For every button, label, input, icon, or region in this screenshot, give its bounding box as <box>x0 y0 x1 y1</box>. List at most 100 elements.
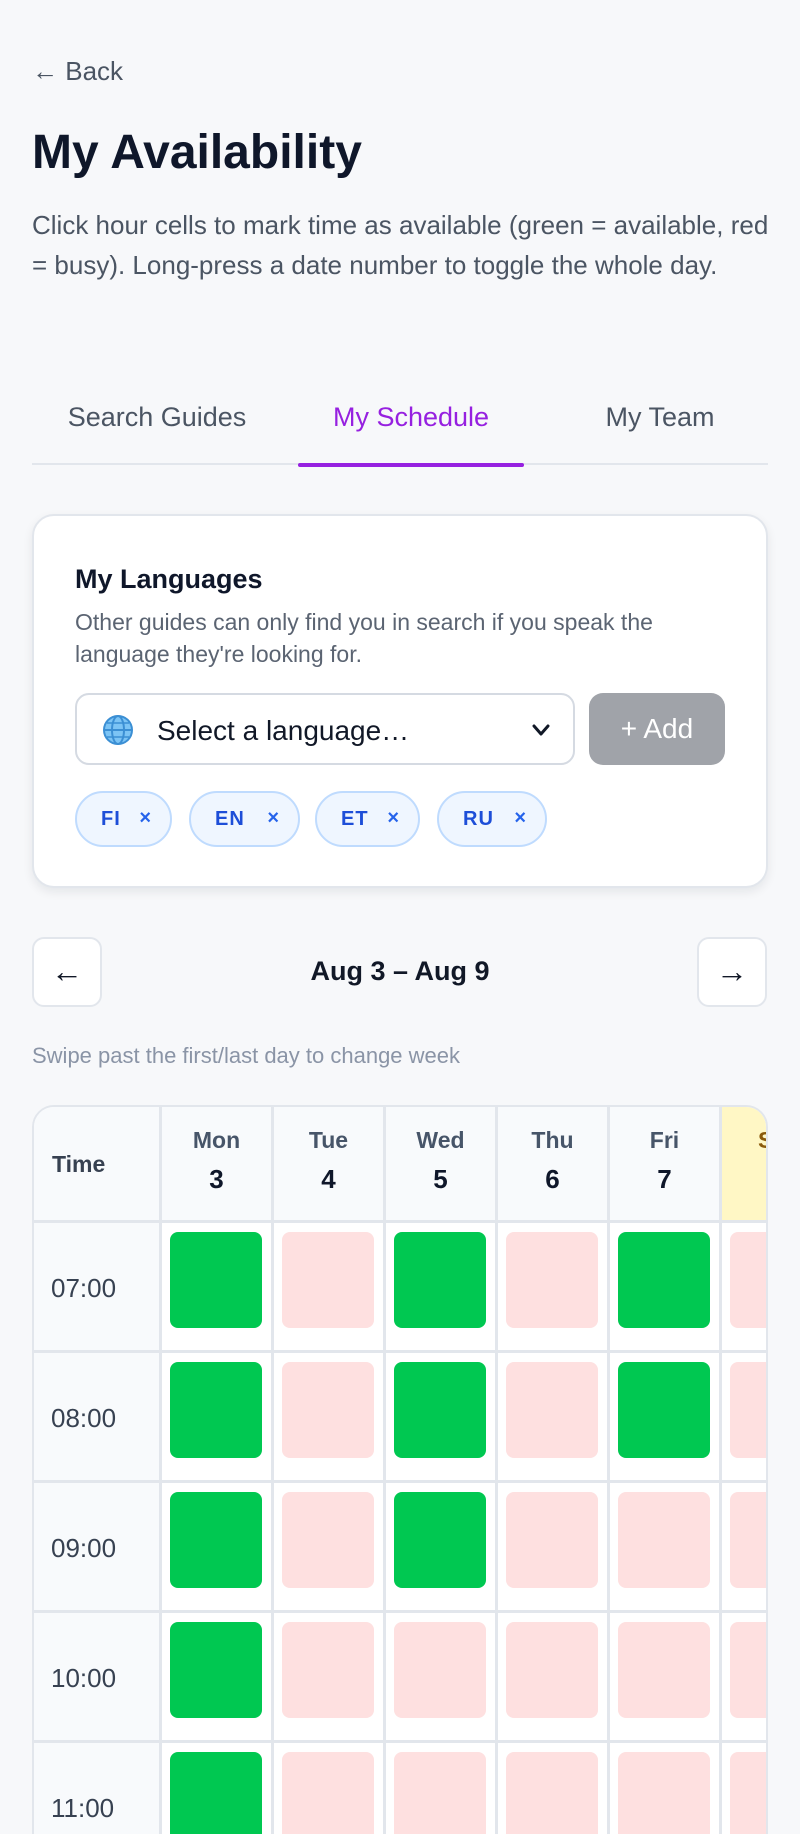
busy-slot[interactable] <box>282 1232 374 1328</box>
hour-cell[interactable] <box>274 1223 386 1353</box>
hour-cell[interactable] <box>498 1743 610 1834</box>
remove-fi-button[interactable]: × <box>139 807 152 830</box>
swipe-hint: Swipe past the first/last day to change … <box>32 1043 461 1068</box>
day-header[interactable]: Thu 6 <box>498 1107 610 1223</box>
day-header[interactable]: Mon 3 <box>162 1107 274 1223</box>
busy-slot[interactable] <box>506 1232 598 1328</box>
busy-slot[interactable] <box>394 1622 486 1718</box>
previous-week-button[interactable]: ← <box>32 937 102 1007</box>
day-date-number[interactable]: 4 <box>274 1164 383 1195</box>
time-slot-label: 07:00 <box>34 1223 162 1353</box>
available-slot[interactable] <box>618 1362 710 1458</box>
language-chip-fi: FI × <box>75 791 172 847</box>
page-subtitle: Click hour cells to mark time as availab… <box>32 210 769 280</box>
available-slot[interactable] <box>394 1232 486 1328</box>
schedule-grid: Time Mon 3 Tue 4 Wed 5 Thu 6 Fri 7S 07:0008:0009:00… <box>32 1105 768 1834</box>
tab-my-team[interactable]: My Team <box>562 388 758 465</box>
available-slot[interactable] <box>394 1362 486 1458</box>
languages-card: My Languages Other guides can only find … <box>32 514 768 888</box>
hour-cell[interactable] <box>610 1483 722 1613</box>
next-week-button[interactable]: → <box>697 937 767 1007</box>
hour-cell[interactable] <box>498 1483 610 1613</box>
busy-slot[interactable] <box>282 1362 374 1458</box>
hour-cell[interactable] <box>274 1613 386 1743</box>
available-slot[interactable] <box>618 1232 710 1328</box>
hour-cell[interactable] <box>386 1223 498 1353</box>
day-header[interactable]: S <box>722 1107 766 1223</box>
available-slot[interactable] <box>170 1232 262 1328</box>
hour-cell[interactable] <box>274 1353 386 1483</box>
hour-cell[interactable] <box>274 1743 386 1834</box>
hour-cell[interactable] <box>162 1743 274 1834</box>
globe-icon <box>103 715 133 745</box>
add-language-button[interactable]: + Add <box>589 693 725 765</box>
day-header[interactable]: Fri 7 <box>610 1107 722 1223</box>
hour-cell[interactable] <box>386 1353 498 1483</box>
hour-cell[interactable] <box>498 1353 610 1483</box>
day-header[interactable]: Wed 5 <box>386 1107 498 1223</box>
back-link[interactable]: ← Back <box>32 56 123 87</box>
hour-cell[interactable] <box>610 1353 722 1483</box>
hour-cell[interactable] <box>610 1743 722 1834</box>
hour-cell[interactable] <box>162 1613 274 1743</box>
day-date-number[interactable]: 3 <box>162 1164 271 1195</box>
hour-cell[interactable] <box>498 1223 610 1353</box>
busy-slot[interactable] <box>506 1362 598 1458</box>
time-slot-label: 08:00 <box>34 1353 162 1483</box>
busy-slot[interactable] <box>730 1492 766 1588</box>
day-name: Wed <box>416 1127 465 1153</box>
busy-slot[interactable] <box>282 1752 374 1834</box>
language-select-value: Select a language… <box>157 715 410 746</box>
hour-cell[interactable] <box>386 1613 498 1743</box>
day-name: Tue <box>308 1127 349 1153</box>
chevron-down-icon <box>532 724 550 736</box>
busy-slot[interactable] <box>282 1492 374 1588</box>
busy-slot[interactable] <box>730 1362 766 1458</box>
busy-slot[interactable] <box>618 1492 710 1588</box>
tab-my-schedule[interactable]: My Schedule <box>298 388 524 467</box>
hour-cell[interactable] <box>162 1483 274 1613</box>
busy-slot[interactable] <box>282 1622 374 1718</box>
busy-slot[interactable] <box>506 1492 598 1588</box>
hour-cell[interactable] <box>722 1483 766 1613</box>
remove-ru-button[interactable]: × <box>514 807 527 830</box>
available-slot[interactable] <box>394 1492 486 1588</box>
remove-et-button[interactable]: × <box>387 807 400 830</box>
busy-slot[interactable] <box>394 1752 486 1834</box>
day-name: Mon <box>192 1127 241 1153</box>
day-header[interactable]: Tue 4 <box>274 1107 386 1223</box>
busy-slot[interactable] <box>730 1232 766 1328</box>
hour-cell[interactable] <box>722 1743 766 1834</box>
busy-slot[interactable] <box>618 1752 710 1834</box>
day-name: Fri <box>649 1127 680 1153</box>
hour-cell[interactable] <box>274 1483 386 1613</box>
busy-slot[interactable] <box>618 1622 710 1718</box>
available-slot[interactable] <box>170 1362 262 1458</box>
hour-cell[interactable] <box>722 1353 766 1483</box>
day-date-number[interactable]: 6 <box>498 1164 607 1195</box>
hour-cell[interactable] <box>162 1223 274 1353</box>
day-date-number[interactable]: 7 <box>610 1164 719 1195</box>
available-slot[interactable] <box>170 1492 262 1588</box>
hour-cell[interactable] <box>722 1223 766 1353</box>
hour-cell[interactable] <box>610 1613 722 1743</box>
available-slot[interactable] <box>170 1752 262 1834</box>
languages-title: My Languages <box>75 564 263 594</box>
busy-slot[interactable] <box>506 1622 598 1718</box>
tab-search-guides[interactable]: Search Guides <box>32 388 282 465</box>
busy-slot[interactable] <box>730 1752 766 1834</box>
hour-cell[interactable] <box>610 1223 722 1353</box>
hour-cell[interactable] <box>498 1613 610 1743</box>
hour-cell[interactable] <box>386 1743 498 1834</box>
time-slot-label: 11:00 <box>34 1743 162 1834</box>
language-select[interactable]: Select a language… <box>75 693 575 765</box>
remove-en-button[interactable]: × <box>267 807 280 830</box>
hour-cell[interactable] <box>722 1613 766 1743</box>
hour-cell[interactable] <box>386 1483 498 1613</box>
day-name: S <box>722 1127 766 1154</box>
day-date-number[interactable]: 5 <box>386 1164 495 1195</box>
available-slot[interactable] <box>170 1622 262 1718</box>
hour-cell[interactable] <box>162 1353 274 1483</box>
busy-slot[interactable] <box>506 1752 598 1834</box>
busy-slot[interactable] <box>730 1622 766 1718</box>
